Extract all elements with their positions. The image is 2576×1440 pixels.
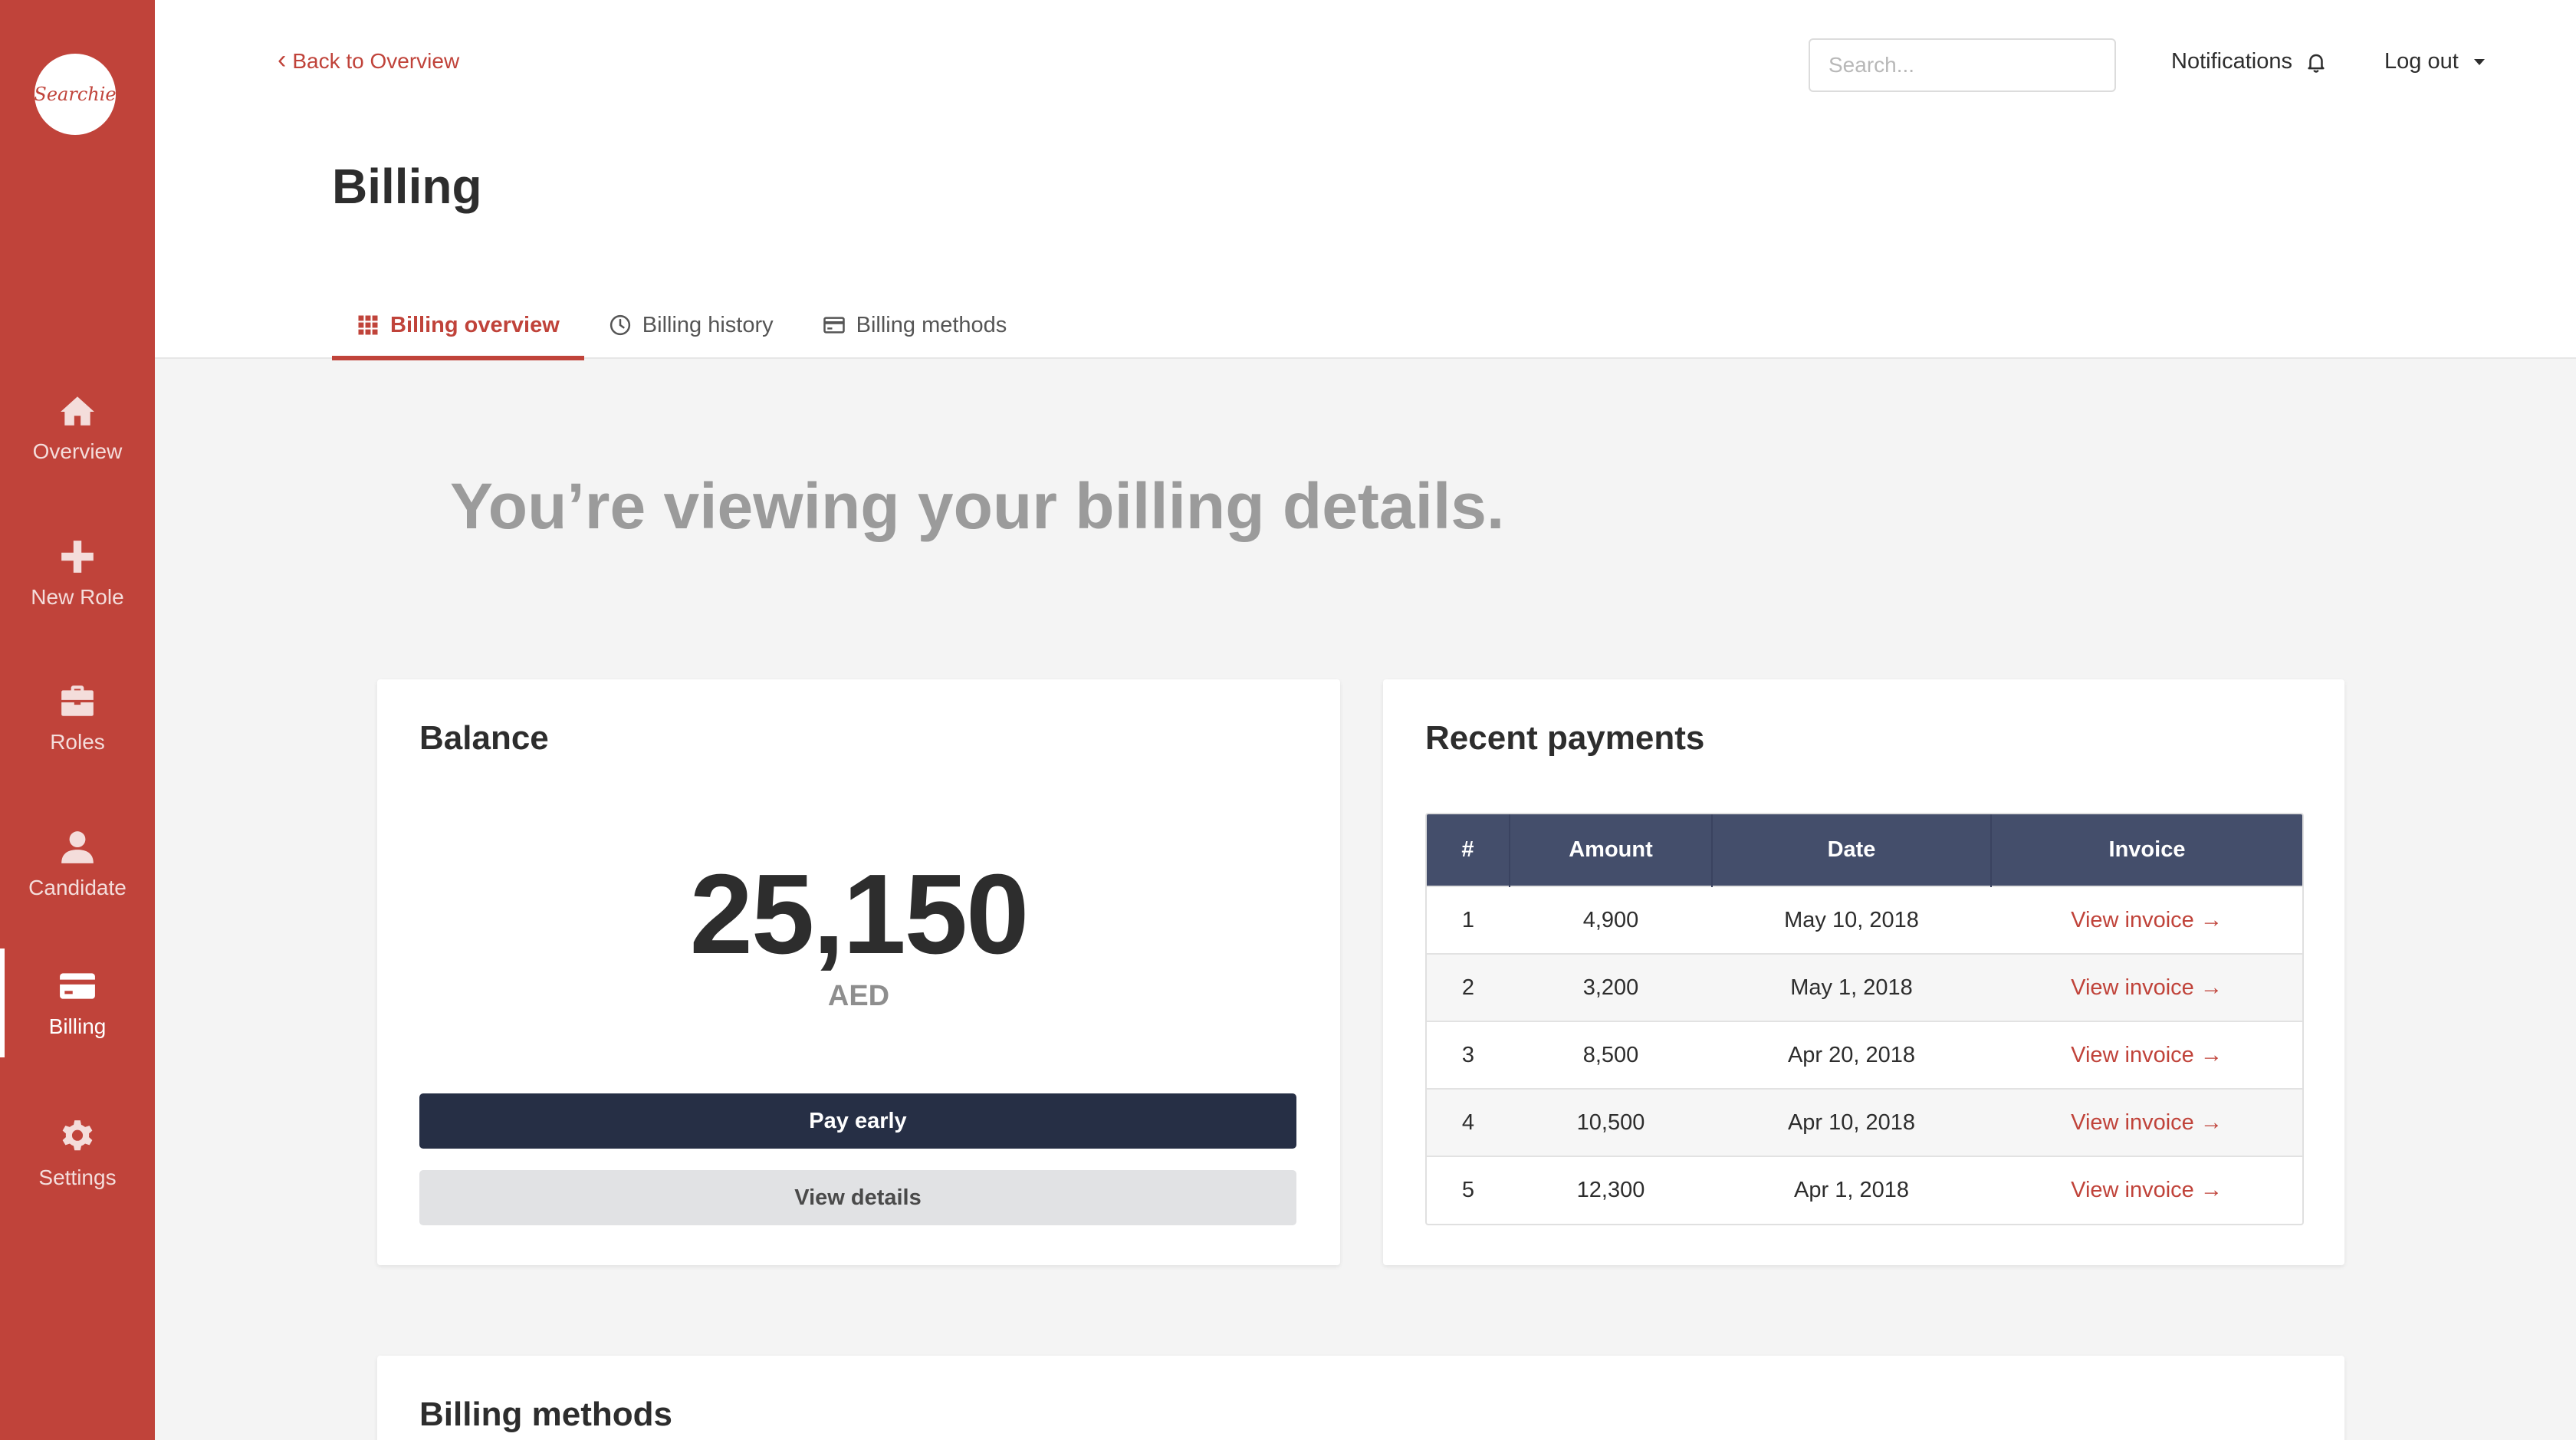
balance-card: Balance 25,150 AED Pay early View detail… — [377, 679, 1340, 1265]
row-date: Apr 20, 2018 — [1712, 1021, 1991, 1089]
notifications-label: Notifications — [2171, 49, 2292, 74]
page-header: ‹ Back to Overview Billing Notifications… — [155, 0, 2576, 360]
credit-card-icon — [823, 317, 845, 334]
recent-payments-card: Recent payments # Amount Date Invoice 1 … — [1383, 679, 2344, 1265]
column-header: Date — [1712, 814, 1992, 886]
back-link-label: Back to Overview — [292, 49, 460, 73]
sidebar-item-label: Roles — [50, 730, 105, 754]
view-invoice-link[interactable]: View invoice → — [2071, 1043, 2223, 1067]
table-row: 2 3,200 May 1, 2018 View invoice → — [1427, 953, 2302, 1021]
payments-table: # Amount Date Invoice 1 4,900 May 10, 20… — [1425, 813, 2304, 1225]
chevron-left-icon: ‹ — [278, 45, 287, 74]
row-number: 2 — [1427, 953, 1510, 1021]
row-date: Apr 1, 2018 — [1712, 1156, 1991, 1224]
hero-text: You’re viewing your billing details. — [450, 470, 1505, 542]
tab-billing-history[interactable]: Billing history — [584, 291, 798, 359]
balance-amount: 25,150 — [689, 851, 1030, 978]
table-header-row: # Amount Date Invoice — [1427, 814, 2302, 886]
row-amount: 8,500 — [1510, 1021, 1712, 1089]
sidebar: Searchie Overview New Role Roles Candida… — [0, 0, 155, 1440]
balance-title: Balance — [419, 719, 549, 757]
balance-currency: AED — [827, 980, 890, 1012]
row-amount: 4,900 — [1510, 886, 1712, 954]
user-icon — [57, 828, 98, 866]
tab-billing-methods[interactable]: Billing methods — [798, 291, 1032, 359]
table-row: 4 10,500 Apr 10, 2018 View invoice → — [1427, 1088, 2302, 1156]
table-row: 1 4,900 May 10, 2018 View invoice → — [1427, 886, 2302, 954]
table-row: 3 8,500 Apr 20, 2018 View invoice → — [1427, 1021, 2302, 1089]
sidebar-item-roles[interactable]: Roles — [0, 664, 155, 773]
row-date: May 10, 2018 — [1712, 886, 1991, 954]
billing-tabs: Billing overview Billing history Billing… — [332, 291, 1032, 360]
page-title: Billing — [332, 159, 482, 214]
tab-label: Billing methods — [856, 312, 1007, 337]
tab-billing-overview[interactable]: Billing overview — [332, 291, 584, 360]
view-invoice-link[interactable]: View invoice → — [2071, 1110, 2223, 1135]
notifications-button[interactable]: Notifications — [2171, 49, 2328, 74]
column-header: Invoice — [2108, 837, 2186, 862]
row-amount: 10,500 — [1510, 1088, 1712, 1156]
tab-label: Billing history — [642, 312, 774, 337]
search-box[interactable] — [1809, 38, 2116, 92]
bell-icon — [2308, 54, 2325, 73]
sidebar-item-label: Candidate — [28, 876, 127, 899]
billing-methods-title: Billing methods — [419, 1396, 672, 1433]
row-amount: 12,300 — [1510, 1156, 1712, 1224]
row-date: May 1, 2018 — [1712, 953, 1991, 1021]
sidebar-item-candidate[interactable]: Candidate — [0, 810, 155, 919]
column-header: # — [1427, 814, 1510, 886]
home-icon — [57, 392, 98, 430]
caret-down-icon — [2473, 58, 2485, 65]
row-number: 1 — [1427, 886, 1510, 954]
credit-card-icon — [57, 967, 98, 1005]
table-row: 5 12,300 Apr 1, 2018 View invoice → — [1427, 1156, 2302, 1224]
gear-icon — [57, 1118, 98, 1156]
sidebar-item-settings[interactable]: Settings — [0, 1100, 155, 1208]
briefcase-icon — [57, 682, 98, 721]
logout-label: Log out — [2384, 49, 2459, 74]
view-invoice-link[interactable]: View invoice → — [2071, 1178, 2223, 1202]
recent-payments-title: Recent payments — [1425, 719, 1705, 757]
tab-label: Billing overview — [390, 312, 560, 337]
row-date: Apr 10, 2018 — [1712, 1088, 1991, 1156]
view-invoice-link[interactable]: View invoice → — [2071, 975, 2223, 1000]
column-header: Amount — [1510, 814, 1713, 886]
grid-icon — [358, 315, 378, 335]
sidebar-item-label: Overview — [32, 439, 123, 463]
sidebar-item-label: New Role — [31, 585, 124, 609]
view-details-button[interactable]: View details — [419, 1170, 1296, 1225]
plus-icon — [57, 538, 98, 576]
row-number: 5 — [1427, 1156, 1510, 1224]
view-invoice-link[interactable]: View invoice → — [2071, 908, 2223, 932]
row-number: 4 — [1427, 1088, 1510, 1156]
row-number: 3 — [1427, 1021, 1510, 1089]
back-to-overview-link[interactable]: ‹ Back to Overview — [278, 45, 460, 74]
sidebar-item-billing[interactable]: Billing — [0, 948, 155, 1057]
logo[interactable]: Searchie — [34, 54, 117, 135]
sidebar-item-new-role[interactable]: New Role — [0, 519, 155, 628]
sidebar-item-overview[interactable]: Overview — [0, 373, 155, 482]
clock-icon — [610, 314, 630, 336]
sidebar-item-label: Settings — [38, 1165, 117, 1189]
sidebar-item-label: Billing — [48, 1014, 107, 1038]
search-input[interactable] — [1829, 53, 2105, 77]
billing-methods-card: Billing methods — [377, 1356, 2344, 1440]
row-amount: 3,200 — [1510, 953, 1712, 1021]
logout-dropdown[interactable]: Log out — [2384, 49, 2485, 74]
pay-early-button[interactable]: Pay early — [419, 1093, 1296, 1149]
